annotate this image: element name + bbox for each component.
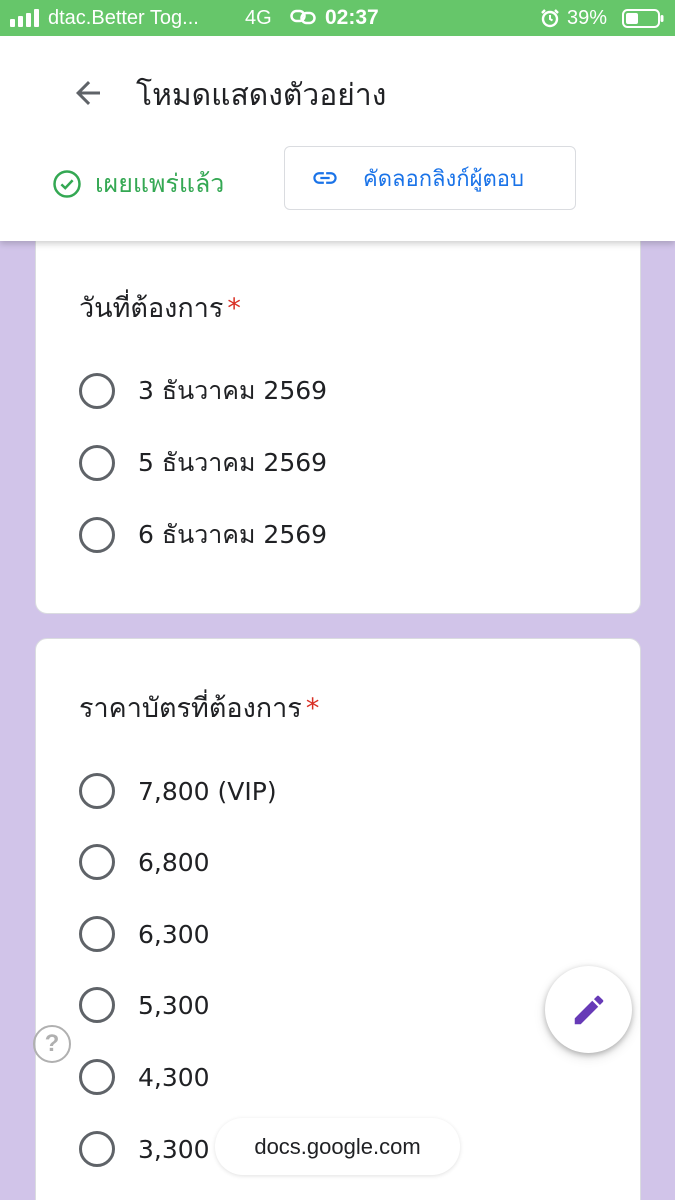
option-label: 4,300 xyxy=(138,1062,210,1092)
radio-button[interactable] xyxy=(79,373,115,409)
copy-link-label: คัดลอกลิงก์ผู้ตอบ xyxy=(363,166,524,192)
option-label: 6,300 xyxy=(138,919,210,949)
option-label: 6,800 xyxy=(138,847,210,877)
question-title-text: วันที่ต้องการ xyxy=(79,293,224,324)
carrier-name: dtac.Better Tog... xyxy=(48,7,199,29)
option-label: 6 ธันวาคม 2569 xyxy=(138,520,328,549)
radio-button[interactable] xyxy=(79,916,115,952)
radio-button[interactable] xyxy=(79,844,115,880)
radio-option[interactable]: 5 ธันวาคม 2569 xyxy=(79,443,327,483)
edit-form-button[interactable] xyxy=(545,966,632,1053)
link-icon xyxy=(313,172,337,184)
battery-icon xyxy=(622,9,664,28)
form-header: โหมดแสดงตัวอย่าง เผยแพร่แล้ว คัดลอกลิงก์… xyxy=(0,36,675,241)
published-label: เผยแพร่แล้ว xyxy=(95,169,225,198)
pencil-icon xyxy=(574,995,603,1024)
radio-option[interactable]: 6,800 xyxy=(79,842,210,882)
option-label: 5,300 xyxy=(138,990,210,1020)
radio-option[interactable]: 4,300 xyxy=(79,1057,210,1097)
alarm-icon xyxy=(541,9,559,28)
clock: 02:37 xyxy=(325,6,379,29)
radio-button[interactable] xyxy=(79,987,115,1023)
option-label: 5 ธันวาคม 2569 xyxy=(138,448,328,477)
radio-button[interactable] xyxy=(79,773,115,809)
radio-option[interactable]: 6,300 xyxy=(79,914,210,954)
required-asterisk: * xyxy=(227,293,241,324)
radio-button[interactable] xyxy=(79,517,115,553)
page-title: โหมดแสดงตัวอย่าง xyxy=(136,78,387,113)
radio-button[interactable] xyxy=(79,1131,115,1167)
question-card-date: วันที่ต้องการ * 3 ธันวาคม 2569 5 ธันวาคม … xyxy=(35,228,641,614)
radio-option[interactable]: 7,800 (VIP) xyxy=(79,771,277,811)
check-circle-icon xyxy=(53,170,81,198)
option-label: 3 ธันวาคม 2569 xyxy=(138,376,328,405)
option-label: 3,300 xyxy=(138,1134,210,1164)
signal-strength-icon xyxy=(10,9,39,27)
radio-option[interactable]: 6 ธันวาคม 2569 xyxy=(79,515,327,555)
help-icon[interactable]: ? xyxy=(33,1025,71,1063)
radio-option[interactable]: 5,300 xyxy=(79,985,210,1025)
radio-option[interactable]: 3,300 xyxy=(79,1129,210,1169)
url-bar[interactable]: docs.google.com xyxy=(215,1118,460,1175)
question-title-text: ราคาบัตรที่ต้องการ xyxy=(79,693,302,724)
question-title: วันที่ต้องการ * xyxy=(79,286,241,329)
network-type: 4G xyxy=(245,7,272,29)
option-label: 7,800 (VIP) xyxy=(138,776,277,806)
question-title: ราคาบัตรที่ต้องการ * xyxy=(79,686,319,729)
question-card-ticket-price: ราคาบัตรที่ต้องการ * 7,800 (VIP) 6,800 6,… xyxy=(35,638,641,1200)
radio-button[interactable] xyxy=(79,1059,115,1095)
back-arrow-icon[interactable] xyxy=(70,75,106,111)
status-bar: dtac.Better Tog... 4G 02:37 39% xyxy=(0,0,675,36)
required-asterisk: * xyxy=(305,693,320,724)
radio-button[interactable] xyxy=(79,445,115,481)
battery-percentage: 39% xyxy=(567,7,608,29)
link-status-icon xyxy=(290,9,316,25)
radio-option[interactable]: 3 ธันวาคม 2569 xyxy=(79,371,327,411)
published-status: เผยแพร่แล้ว xyxy=(52,164,224,204)
copy-responder-link-button[interactable]: คัดลอกลิงก์ผู้ตอบ xyxy=(284,146,576,210)
